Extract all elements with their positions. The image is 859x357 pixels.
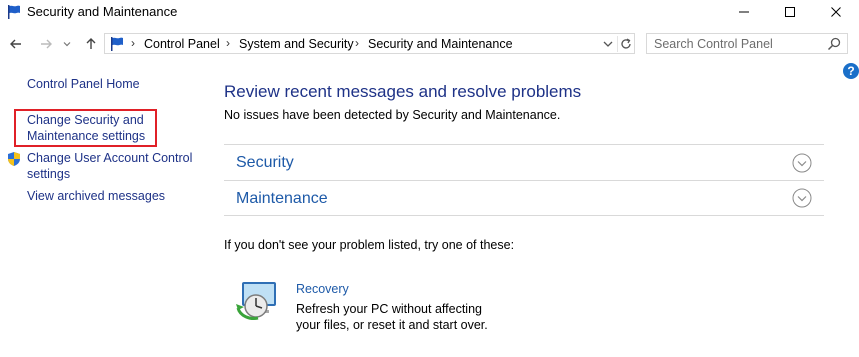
title-bar: Security and Maintenance [0,0,859,26]
divider [224,215,824,216]
breadcrumb-separator: › [226,36,230,50]
recovery-link[interactable]: Recovery [296,282,349,296]
recovery-icon[interactable] [234,276,280,322]
troubleshoot-prompt: If you don't see your problem listed, tr… [224,238,515,252]
forward-button[interactable] [36,35,56,53]
sidebar-item-label-line2: Maintenance settings [27,129,146,143]
sidebar-item-label-line1: Change Security and [27,113,144,127]
recovery-description-line1: Refresh your PC without affecting [296,302,482,316]
address-bar[interactable]: › Control Panel › System and Security › … [104,33,635,54]
uac-shield-icon [8,152,20,166]
breadcrumb-security-and-maintenance[interactable]: Security and Maintenance [368,37,513,51]
minimize-icon [739,11,749,13]
security-flag-icon [111,37,123,51]
recovery-description-line2: your files, or reset it and start over. [296,318,488,332]
help-icon[interactable]: ? [843,63,859,79]
recent-locations-button[interactable] [60,35,74,53]
section-security[interactable]: Security [236,154,294,172]
up-arrow-icon [86,38,96,49]
chevron-down-icon[interactable] [792,153,812,173]
breadcrumb-separator: › [131,36,135,50]
chevron-down-icon [63,42,71,47]
back-arrow-icon [10,39,21,49]
forward-arrow-icon [41,39,52,49]
sidebar-item-control-panel-home[interactable]: Control Panel Home [27,76,140,92]
refresh-icon[interactable] [617,36,634,52]
chevron-down-icon[interactable] [601,37,615,51]
divider [224,144,824,145]
maximize-button[interactable] [767,0,813,24]
divider [224,180,824,181]
minimize-button[interactable] [721,0,767,24]
up-button[interactable] [81,35,101,53]
breadcrumb-control-panel[interactable]: Control Panel [144,37,220,51]
sidebar-item-view-archived-messages[interactable]: View archived messages [27,188,165,204]
breadcrumb-separator: › [355,36,359,50]
recovery-description: Refresh your PC without affecting your f… [296,301,516,333]
chevron-down-icon[interactable] [792,188,812,208]
back-button[interactable] [6,35,26,53]
security-flag-icon [8,5,20,19]
search-placeholder: Search Control Panel [654,37,773,51]
close-icon [831,7,841,17]
search-icon [827,37,841,51]
status-message: No issues have been detected by Security… [224,108,561,122]
sidebar-item-change-security-settings[interactable]: Change Security and Maintenance settings [27,112,145,144]
sidebar-item-label-line1: Change User Account Control [27,151,193,165]
window-title: Security and Maintenance [27,4,178,19]
section-maintenance[interactable]: Maintenance [236,190,328,208]
search-input[interactable]: Search Control Panel [646,33,848,54]
page-title: Review recent messages and resolve probl… [224,82,582,101]
sidebar-item-label-line2: settings [27,167,71,181]
breadcrumb-system-and-security[interactable]: System and Security [239,37,354,51]
close-button[interactable] [813,0,859,24]
maximize-icon [785,7,795,17]
sidebar-item-change-uac-settings[interactable]: Change User Account Control settings [27,150,192,182]
